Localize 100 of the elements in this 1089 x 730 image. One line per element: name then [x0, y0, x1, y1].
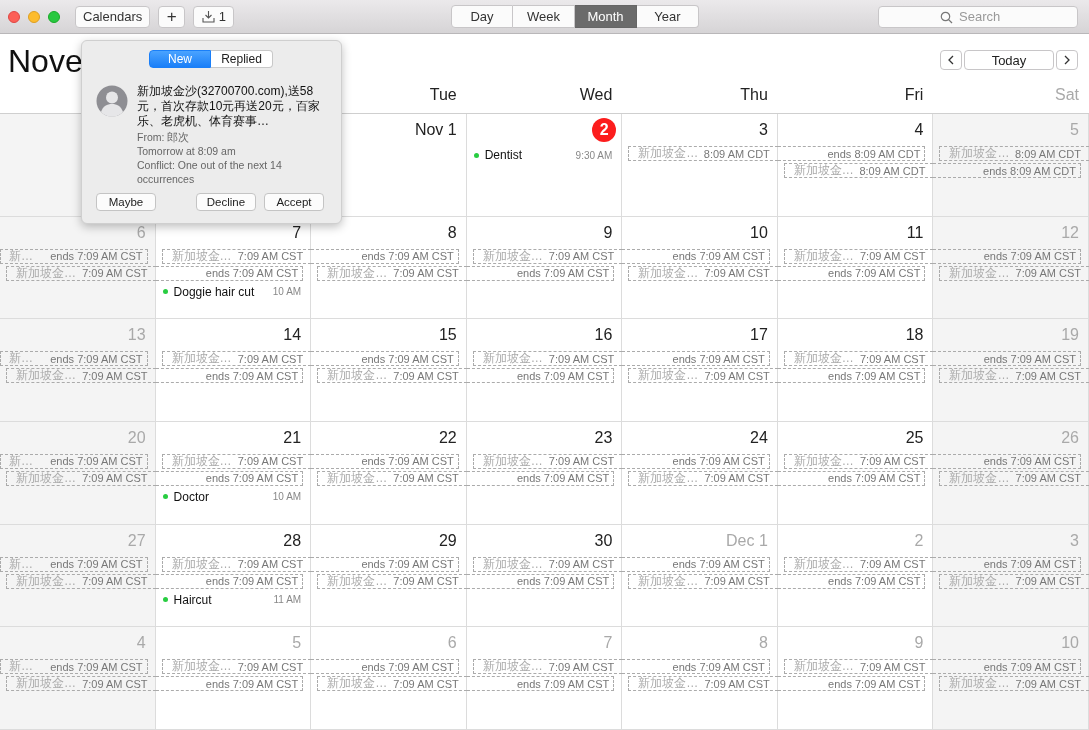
event-bar[interactable]: 新加坡金… 7:09 AM CST — [6, 471, 156, 486]
event-bar[interactable]: 新加坡金… 7:09 AM CST — [628, 368, 778, 384]
event-bar[interactable]: 新加坡金… 7:09 AM CST — [472, 351, 623, 367]
view-tab[interactable]: Month — [575, 5, 637, 28]
event-bar[interactable]: 新加坡金… 7:09 AM CST — [472, 556, 623, 572]
event-bar[interactable]: 新加坡金… 7:09 AM CST — [939, 368, 1089, 384]
inbox-tab[interactable]: New — [149, 50, 211, 68]
event-bar[interactable]: ends 7:09 AM CST — [466, 368, 615, 384]
event-bar[interactable]: ends 8:09 AM CDT — [777, 146, 926, 161]
previous-button[interactable] — [940, 50, 962, 70]
event-title[interactable]: Doggie hair cut — [173, 284, 267, 299]
event-bar[interactable]: 新加坡金… 7:09 AM CST — [317, 471, 467, 486]
event-bar[interactable]: ends 7:09 AM CST — [933, 351, 1081, 367]
event-bar[interactable]: ends 7:09 AM CST — [933, 248, 1081, 264]
event-bar[interactable]: 新加坡金… 7:09 AM CST — [161, 454, 312, 469]
event-bar[interactable]: 新加坡金… 7:09 AM CST — [939, 265, 1089, 281]
event-bar[interactable]: 新加坡金… 7:09 AM CST — [6, 573, 156, 589]
event-bar[interactable]: 新加坡金… 7:09 AM CST — [939, 471, 1089, 486]
event-bar[interactable]: 新… ends 7:09 AM CST — [0, 659, 148, 675]
event-bar[interactable]: ends 7:09 AM CST — [777, 265, 926, 281]
calendars-button[interactable]: Calendars — [75, 5, 151, 28]
event-bar[interactable]: 新加坡金… 7:09 AM CST — [628, 471, 778, 486]
event-bar[interactable]: ends 7:09 AM CST — [155, 368, 304, 384]
event-bar[interactable]: ends 7:09 AM CST — [311, 454, 459, 469]
event-bar[interactable]: 新加坡金… 7:09 AM CST — [472, 248, 623, 264]
event-bar[interactable]: ends 7:09 AM CST — [155, 676, 304, 692]
event-bar[interactable]: 新加坡金… 7:09 AM CST — [161, 659, 312, 675]
event-bar[interactable]: ends 7:09 AM CST — [933, 454, 1081, 469]
event-bar[interactable]: ends 7:09 AM CST — [622, 556, 770, 572]
add-button[interactable]: + — [158, 5, 186, 28]
event-bar[interactable]: 新加坡金… 7:09 AM CST — [317, 676, 467, 692]
inbox-tab[interactable]: Replied — [211, 50, 273, 68]
event-bar[interactable]: 新加坡金… 7:09 AM CST — [161, 556, 312, 572]
event-bar[interactable]: ends 7:09 AM CST — [777, 471, 926, 486]
minimize-button[interactable] — [28, 10, 40, 23]
event-bar[interactable]: 新加坡金… 7:09 AM CST — [317, 265, 467, 281]
event-bar[interactable]: ends 8:09 AM CDT — [933, 163, 1081, 178]
event-bar[interactable]: ends 7:09 AM CST — [155, 471, 304, 486]
event-bar[interactable]: 新加坡金… 7:09 AM CST — [161, 248, 312, 264]
event-title[interactable]: Haircut — [173, 592, 268, 607]
event-bar[interactable]: 新加坡金… 7:09 AM CST — [161, 351, 312, 367]
event-bar[interactable]: ends 7:09 AM CST — [311, 556, 459, 572]
event-bar[interactable]: 新加坡金… 7:09 AM CST — [783, 454, 934, 469]
event-bar[interactable]: 新… ends 7:09 AM CST — [0, 351, 148, 367]
event-bar[interactable]: 新加坡金… 7:09 AM CST — [472, 659, 623, 675]
event-bar[interactable]: 新加坡金… 8:09 AM CDT — [783, 163, 934, 178]
event-bar[interactable]: 新加坡金… 7:09 AM CST — [783, 248, 934, 264]
event-bar[interactable]: ends 7:09 AM CST — [155, 573, 304, 589]
event-title[interactable]: Dentist — [484, 148, 570, 162]
event-bar[interactable]: 新加坡金… 7:09 AM CST — [783, 659, 934, 675]
event-bar[interactable]: 新… ends 7:09 AM CST — [0, 248, 148, 264]
event-bar[interactable]: ends 7:09 AM CST — [777, 676, 926, 692]
event-bar[interactable]: 新加坡金… 7:09 AM CST — [628, 573, 778, 589]
event-bar[interactable]: ends 7:09 AM CST — [622, 248, 770, 264]
response-button[interactable]: Maybe — [96, 193, 156, 211]
event-bar[interactable]: 新加坡金… 7:09 AM CST — [317, 368, 467, 384]
event-bar[interactable]: 新加坡金… 7:09 AM CST — [783, 556, 934, 572]
event-bar[interactable]: 新加坡金… 7:09 AM CST — [317, 573, 467, 589]
event-bar[interactable]: 新… ends 7:09 AM CST — [0, 556, 148, 572]
event-bar[interactable]: ends 7:09 AM CST — [933, 556, 1081, 572]
event-bar[interactable]: ends 7:09 AM CST — [466, 676, 615, 692]
event-bar[interactable]: 新… ends 7:09 AM CST — [0, 454, 148, 469]
inbox-button[interactable]: 1 — [193, 5, 235, 28]
event-bar[interactable]: ends 7:09 AM CST — [155, 265, 304, 281]
day-number: Dec 1 — [726, 531, 768, 550]
event-bar[interactable]: ends 7:09 AM CST — [466, 265, 615, 281]
search-field[interactable]: Search — [878, 5, 1078, 28]
response-button[interactable]: Decline — [196, 193, 256, 211]
event-bar[interactable]: 新加坡金… 7:09 AM CST — [628, 265, 778, 281]
event-bar[interactable]: ends 7:09 AM CST — [622, 659, 770, 675]
event-bar[interactable]: 新加坡金… 7:09 AM CST — [6, 368, 156, 384]
event-bar[interactable]: 新加坡金… 7:09 AM CST — [939, 676, 1089, 692]
event-bar[interactable]: 新加坡金… 7:09 AM CST — [939, 573, 1089, 589]
event-bar[interactable]: ends 7:09 AM CST — [311, 248, 459, 264]
event-bar[interactable]: ends 7:09 AM CST — [933, 659, 1081, 675]
view-tab[interactable]: Week — [513, 5, 575, 28]
event-bar[interactable]: ends 7:09 AM CST — [311, 659, 459, 675]
close-button[interactable] — [8, 10, 20, 23]
event-bar[interactable]: ends 7:09 AM CST — [622, 454, 770, 469]
view-tab[interactable]: Year — [637, 5, 699, 28]
event-bar[interactable]: 新加坡金… 7:09 AM CST — [6, 265, 156, 281]
event-bar[interactable]: ends 7:09 AM CST — [466, 573, 615, 589]
today-button[interactable]: Today — [964, 50, 1054, 70]
event-bar[interactable]: 新加坡金… 8:09 AM CDT — [628, 146, 778, 161]
view-tab[interactable]: Day — [451, 5, 513, 28]
zoom-button[interactable] — [48, 10, 60, 23]
event-bar[interactable]: ends 7:09 AM CST — [311, 351, 459, 367]
event-bar[interactable]: 新加坡金… 7:09 AM CST — [783, 351, 934, 367]
event-title[interactable]: Doctor — [173, 490, 267, 504]
event-bar[interactable]: 新加坡金… 7:09 AM CST — [472, 454, 623, 469]
event-bar[interactable]: 新加坡金… 8:09 AM CDT — [939, 146, 1089, 161]
next-button[interactable] — [1056, 50, 1078, 70]
event-bar[interactable]: ends 7:09 AM CST — [777, 368, 926, 384]
event-bar[interactable]: ends 7:09 AM CST — [777, 573, 926, 589]
event-bar[interactable]: 新加坡金… 7:09 AM CST — [628, 676, 778, 692]
event-bar[interactable]: ends 7:09 AM CST — [466, 471, 615, 486]
event-bar[interactable]: 新加坡金… 7:09 AM CST — [6, 676, 156, 692]
event-time: ends 7:09 AM CST — [50, 660, 143, 673]
event-bar[interactable]: ends 7:09 AM CST — [622, 351, 770, 367]
response-button[interactable]: Accept — [264, 193, 324, 211]
